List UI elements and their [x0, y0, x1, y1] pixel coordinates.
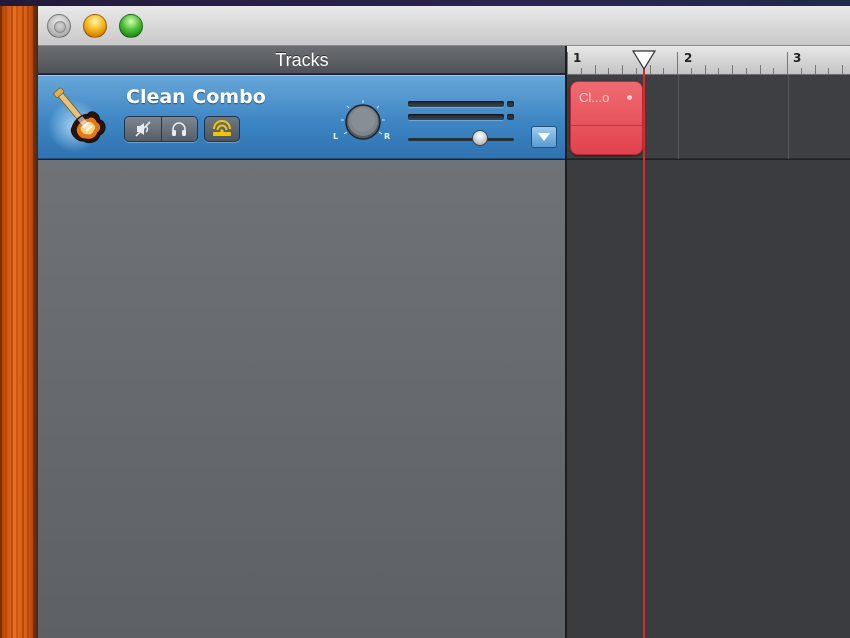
- window-titlebar: [38, 6, 850, 46]
- ruler-tick: [787, 52, 788, 74]
- region-loop-dot: [627, 95, 632, 100]
- ruler-bar-number: 2: [684, 51, 693, 65]
- ruler-tick: [718, 68, 720, 74]
- ruler-tick: [690, 68, 692, 74]
- ruler-tick: [745, 68, 747, 74]
- window-close-button[interactable]: [47, 14, 71, 38]
- track-list-empty-area[interactable]: [38, 160, 566, 638]
- ruler-tick: [732, 65, 733, 74]
- mute-button[interactable]: [125, 117, 161, 141]
- tracks-header: Tracks: [38, 46, 566, 74]
- ruler-tick: [828, 68, 830, 74]
- ruler-tick: [759, 65, 761, 74]
- volume-slider-thumb[interactable]: [472, 130, 489, 146]
- tracks-header-title: Tracks: [275, 50, 329, 70]
- ruler-tick: [677, 52, 678, 74]
- ruler-bar-number: 3: [793, 51, 802, 65]
- ruler-tick: [773, 68, 775, 74]
- region-label: Cl...o: [579, 90, 610, 105]
- clip-indicator-left: [507, 101, 514, 107]
- ruler-tick: [800, 68, 802, 74]
- mute-icon: [135, 121, 151, 137]
- track-disclosure-button[interactable]: [531, 126, 557, 148]
- ruler-bar-number: 1: [573, 51, 582, 65]
- volume-slider-track[interactable]: [408, 138, 514, 141]
- electric-guitar-icon: [48, 87, 106, 152]
- pan-left-label: L: [333, 132, 339, 141]
- ruler-tick: [704, 65, 706, 74]
- ruler-tick: [663, 68, 665, 74]
- bar-gridline: [788, 75, 789, 159]
- ruler-tick: [594, 65, 596, 74]
- pan-knob[interactable]: [336, 98, 390, 148]
- track-control-buttons: [124, 116, 198, 142]
- level-meter-right: [408, 114, 504, 120]
- bar-gridline: [678, 75, 679, 159]
- timeline-empty-area[interactable]: [567, 160, 850, 638]
- track-name[interactable]: Clean Combo: [126, 86, 266, 108]
- record-enable-icon: [213, 120, 231, 136]
- ruler-tick: [814, 65, 816, 74]
- ruler-tick: [567, 52, 568, 74]
- clip-indicator-right: [507, 114, 514, 120]
- window-zoom-button[interactable]: [119, 14, 143, 38]
- wood-side-panel: [0, 6, 38, 638]
- pan-right-label: R: [384, 132, 391, 141]
- playhead-line[interactable]: [643, 66, 645, 638]
- headphones-icon: [172, 122, 187, 136]
- record-enable-button[interactable]: [204, 116, 240, 142]
- level-meter-left: [408, 101, 504, 107]
- ruler-tick: [622, 65, 623, 74]
- triangle-down-icon: [538, 133, 550, 141]
- playhead-icon[interactable]: [632, 50, 656, 70]
- timeline-ruler[interactable]: 1 2 3: [567, 46, 850, 75]
- ruler-tick: [580, 68, 582, 74]
- track-header-clean-combo[interactable]: Clean Combo L R: [38, 75, 566, 159]
- audio-region[interactable]: Cl...o: [570, 81, 643, 155]
- solo-button[interactable]: [160, 117, 197, 141]
- window-minimize-button[interactable]: [83, 14, 107, 38]
- ruler-tick: [608, 68, 610, 74]
- ruler-tick: [842, 65, 843, 74]
